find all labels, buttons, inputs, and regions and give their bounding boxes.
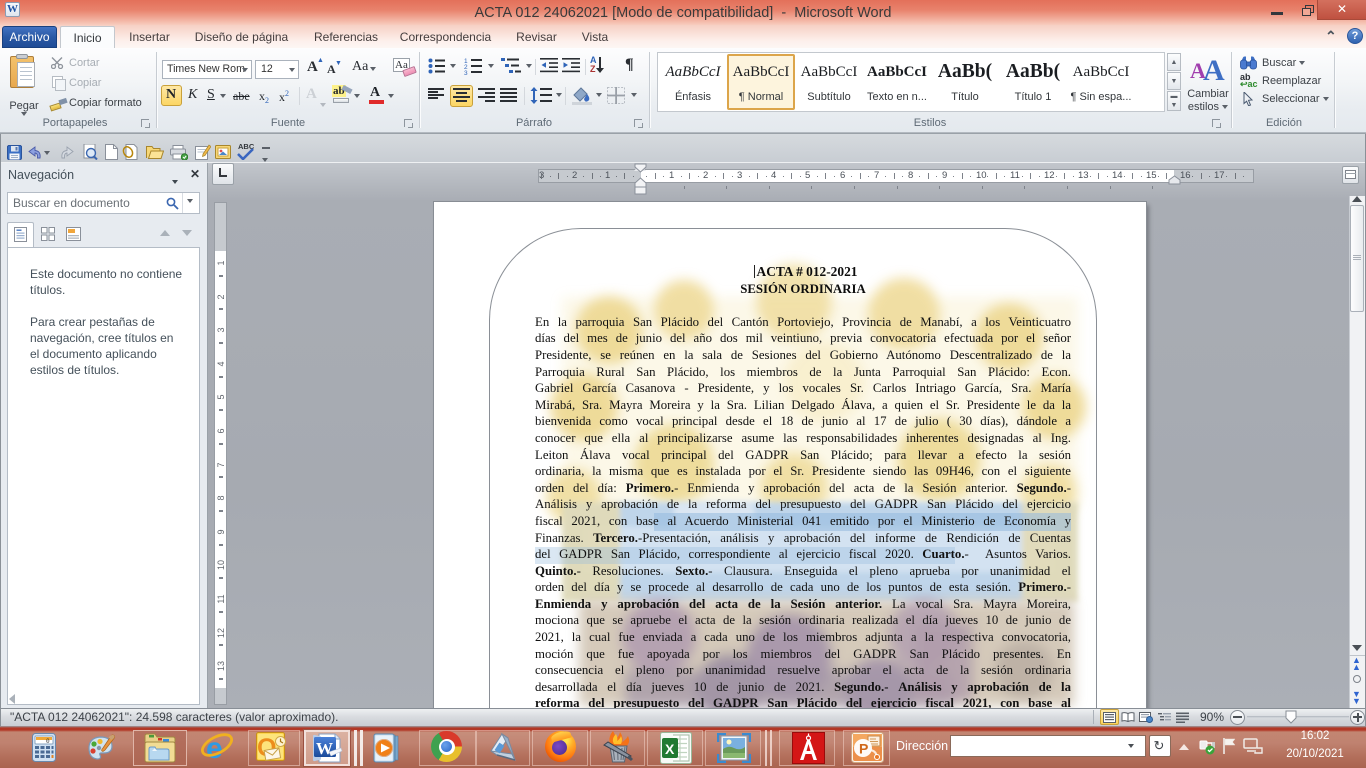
svg-text:0: 0 bbox=[46, 738, 50, 745]
svg-text:P: P bbox=[859, 741, 868, 757]
svg-text:X: X bbox=[665, 741, 675, 757]
svg-text:3: 3 bbox=[464, 70, 468, 75]
